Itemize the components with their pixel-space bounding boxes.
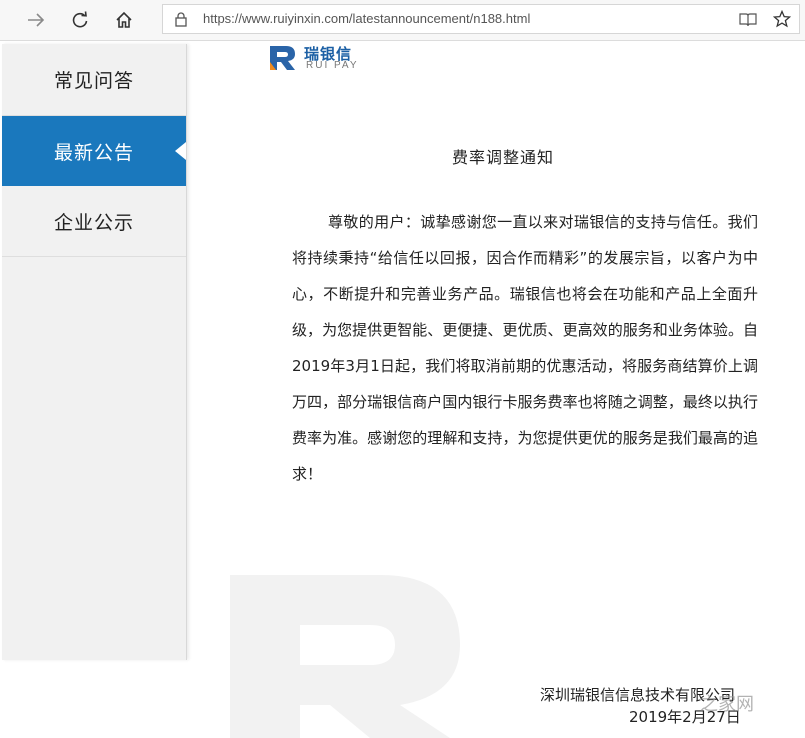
forward-button[interactable] [22,6,50,34]
sidebar: 常见问答 最新公告 企业公示 [2,44,187,660]
sidebar-item-faq[interactable]: 常见问答 [2,44,186,114]
sidebar-item-label: 常见问答 [53,69,134,92]
home-button[interactable] [110,6,138,34]
refresh-icon [72,11,88,28]
browser-toolbar: https://www.ruiyinxin.com/latestannounce… [0,0,805,41]
url-text[interactable]: https://www.ruiyinxin.com/latestannounce… [203,11,530,26]
home-icon [116,11,132,28]
sidebar-item-company-notice[interactable]: 企业公示 [2,186,186,256]
notice-title: 费率调整通知 [452,148,555,167]
r-watermark-icon [230,575,460,738]
sidebar-item-label: 最新公告 [53,141,134,164]
divider [2,256,186,257]
reading-view-icon[interactable] [739,12,757,27]
notice-body: 尊敬的用户：诚挚感谢您一直以来对瑞银信的支持与信任。我们将持续秉持“给信任以回报… [292,213,758,483]
sidebar-item-label: 企业公示 [53,211,134,234]
arrow-right-icon [28,13,45,27]
refresh-button[interactable] [66,6,94,34]
sidebar-item-latest-announcement[interactable]: 最新公告 [2,116,186,186]
logo-en-text: RUI PAY [306,60,359,71]
watermark-text: 之家网 [700,694,754,715]
address-bar[interactable]: https://www.ruiyinxin.com/latestannounce… [162,4,800,34]
r-logo-icon [270,46,295,70]
active-caret-icon [175,142,186,160]
favorite-star-icon[interactable] [773,10,791,28]
lock-icon [175,12,187,27]
ruipay-logo[interactable]: 瑞银信 RUI PAY [268,44,378,74]
